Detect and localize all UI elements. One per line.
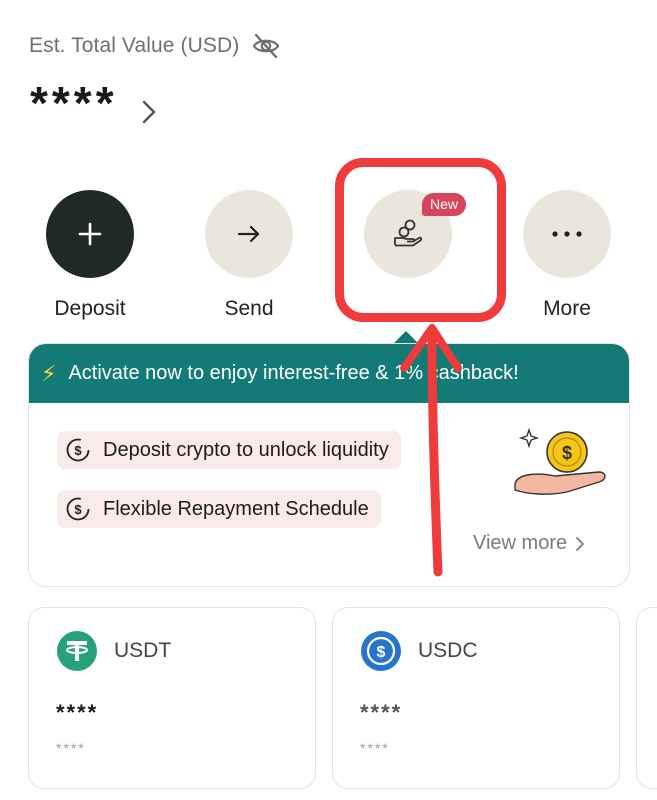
feature-pill: $ Deposit crypto to unlock liquidity (57, 431, 401, 469)
coin-header: $ USDC (360, 630, 478, 672)
svg-text:$: $ (74, 502, 82, 517)
dollar-cycle-icon: $ (66, 497, 90, 521)
coin-amount: **** (360, 700, 403, 725)
more-label: More (543, 297, 591, 320)
lightning-icon: ⚡ (41, 360, 57, 386)
dollar-cycle-icon: $ (66, 438, 90, 462)
coin-card-usdc[interactable]: $ USDC **** **** (332, 607, 620, 789)
send-button[interactable] (205, 190, 293, 278)
balance-value: **** (30, 77, 118, 129)
usdt-icon (57, 631, 97, 671)
annotation-highlight-box (335, 158, 506, 322)
promo-card[interactable]: ⚡ Activate now to enjoy interest-free & … (28, 343, 630, 587)
coin-hand-illustration: $ (514, 427, 606, 495)
balance-row[interactable]: **** (30, 78, 158, 128)
view-more-label: View more (473, 532, 568, 554)
eye-off-icon[interactable] (251, 31, 281, 61)
more-dots-icon (552, 231, 582, 237)
coin-fiat-value: **** (360, 740, 390, 756)
svg-text:$: $ (377, 644, 386, 661)
svg-text:$: $ (562, 443, 572, 463)
total-value-header: Est. Total Value (USD) (29, 31, 281, 61)
chevron-right-icon (576, 536, 585, 551)
coin-fiat-value: **** (56, 740, 86, 756)
arrow-right-icon (237, 225, 260, 243)
feature-pill: $ Flexible Repayment Schedule (57, 490, 381, 528)
promo-header: ⚡ Activate now to enjoy interest-free & … (29, 344, 629, 403)
plus-icon (78, 222, 102, 246)
deposit-label: Deposit (54, 297, 126, 320)
coin-card-partial[interactable] (636, 607, 657, 789)
deposit-button[interactable] (46, 190, 134, 278)
coin-header: USDT (56, 630, 171, 672)
feature-text: Deposit crypto to unlock liquidity (103, 438, 389, 461)
coin-symbol: USDT (114, 639, 172, 662)
view-more-link[interactable]: View more (473, 532, 585, 555)
more-button[interactable] (523, 190, 611, 278)
promo-headline: Activate now to enjoy interest-free & 1%… (68, 362, 519, 384)
send-label: Send (224, 297, 274, 320)
coin-amount: **** (56, 700, 99, 725)
chevron-right-icon (142, 100, 155, 124)
feature-text: Flexible Repayment Schedule (103, 497, 369, 520)
quick-actions: Deposit Send More (0, 190, 657, 330)
coin-card-usdt[interactable]: USDT **** **** (28, 607, 316, 789)
coin-symbol: USDC (418, 639, 478, 662)
svg-text:$: $ (74, 443, 82, 458)
usdc-icon: $ (361, 631, 401, 671)
send-action[interactable]: Send (179, 190, 319, 321)
deposit-action[interactable]: Deposit (20, 190, 160, 321)
more-action[interactable]: More (497, 190, 637, 321)
total-value-label: Est. Total Value (USD) (29, 34, 240, 57)
